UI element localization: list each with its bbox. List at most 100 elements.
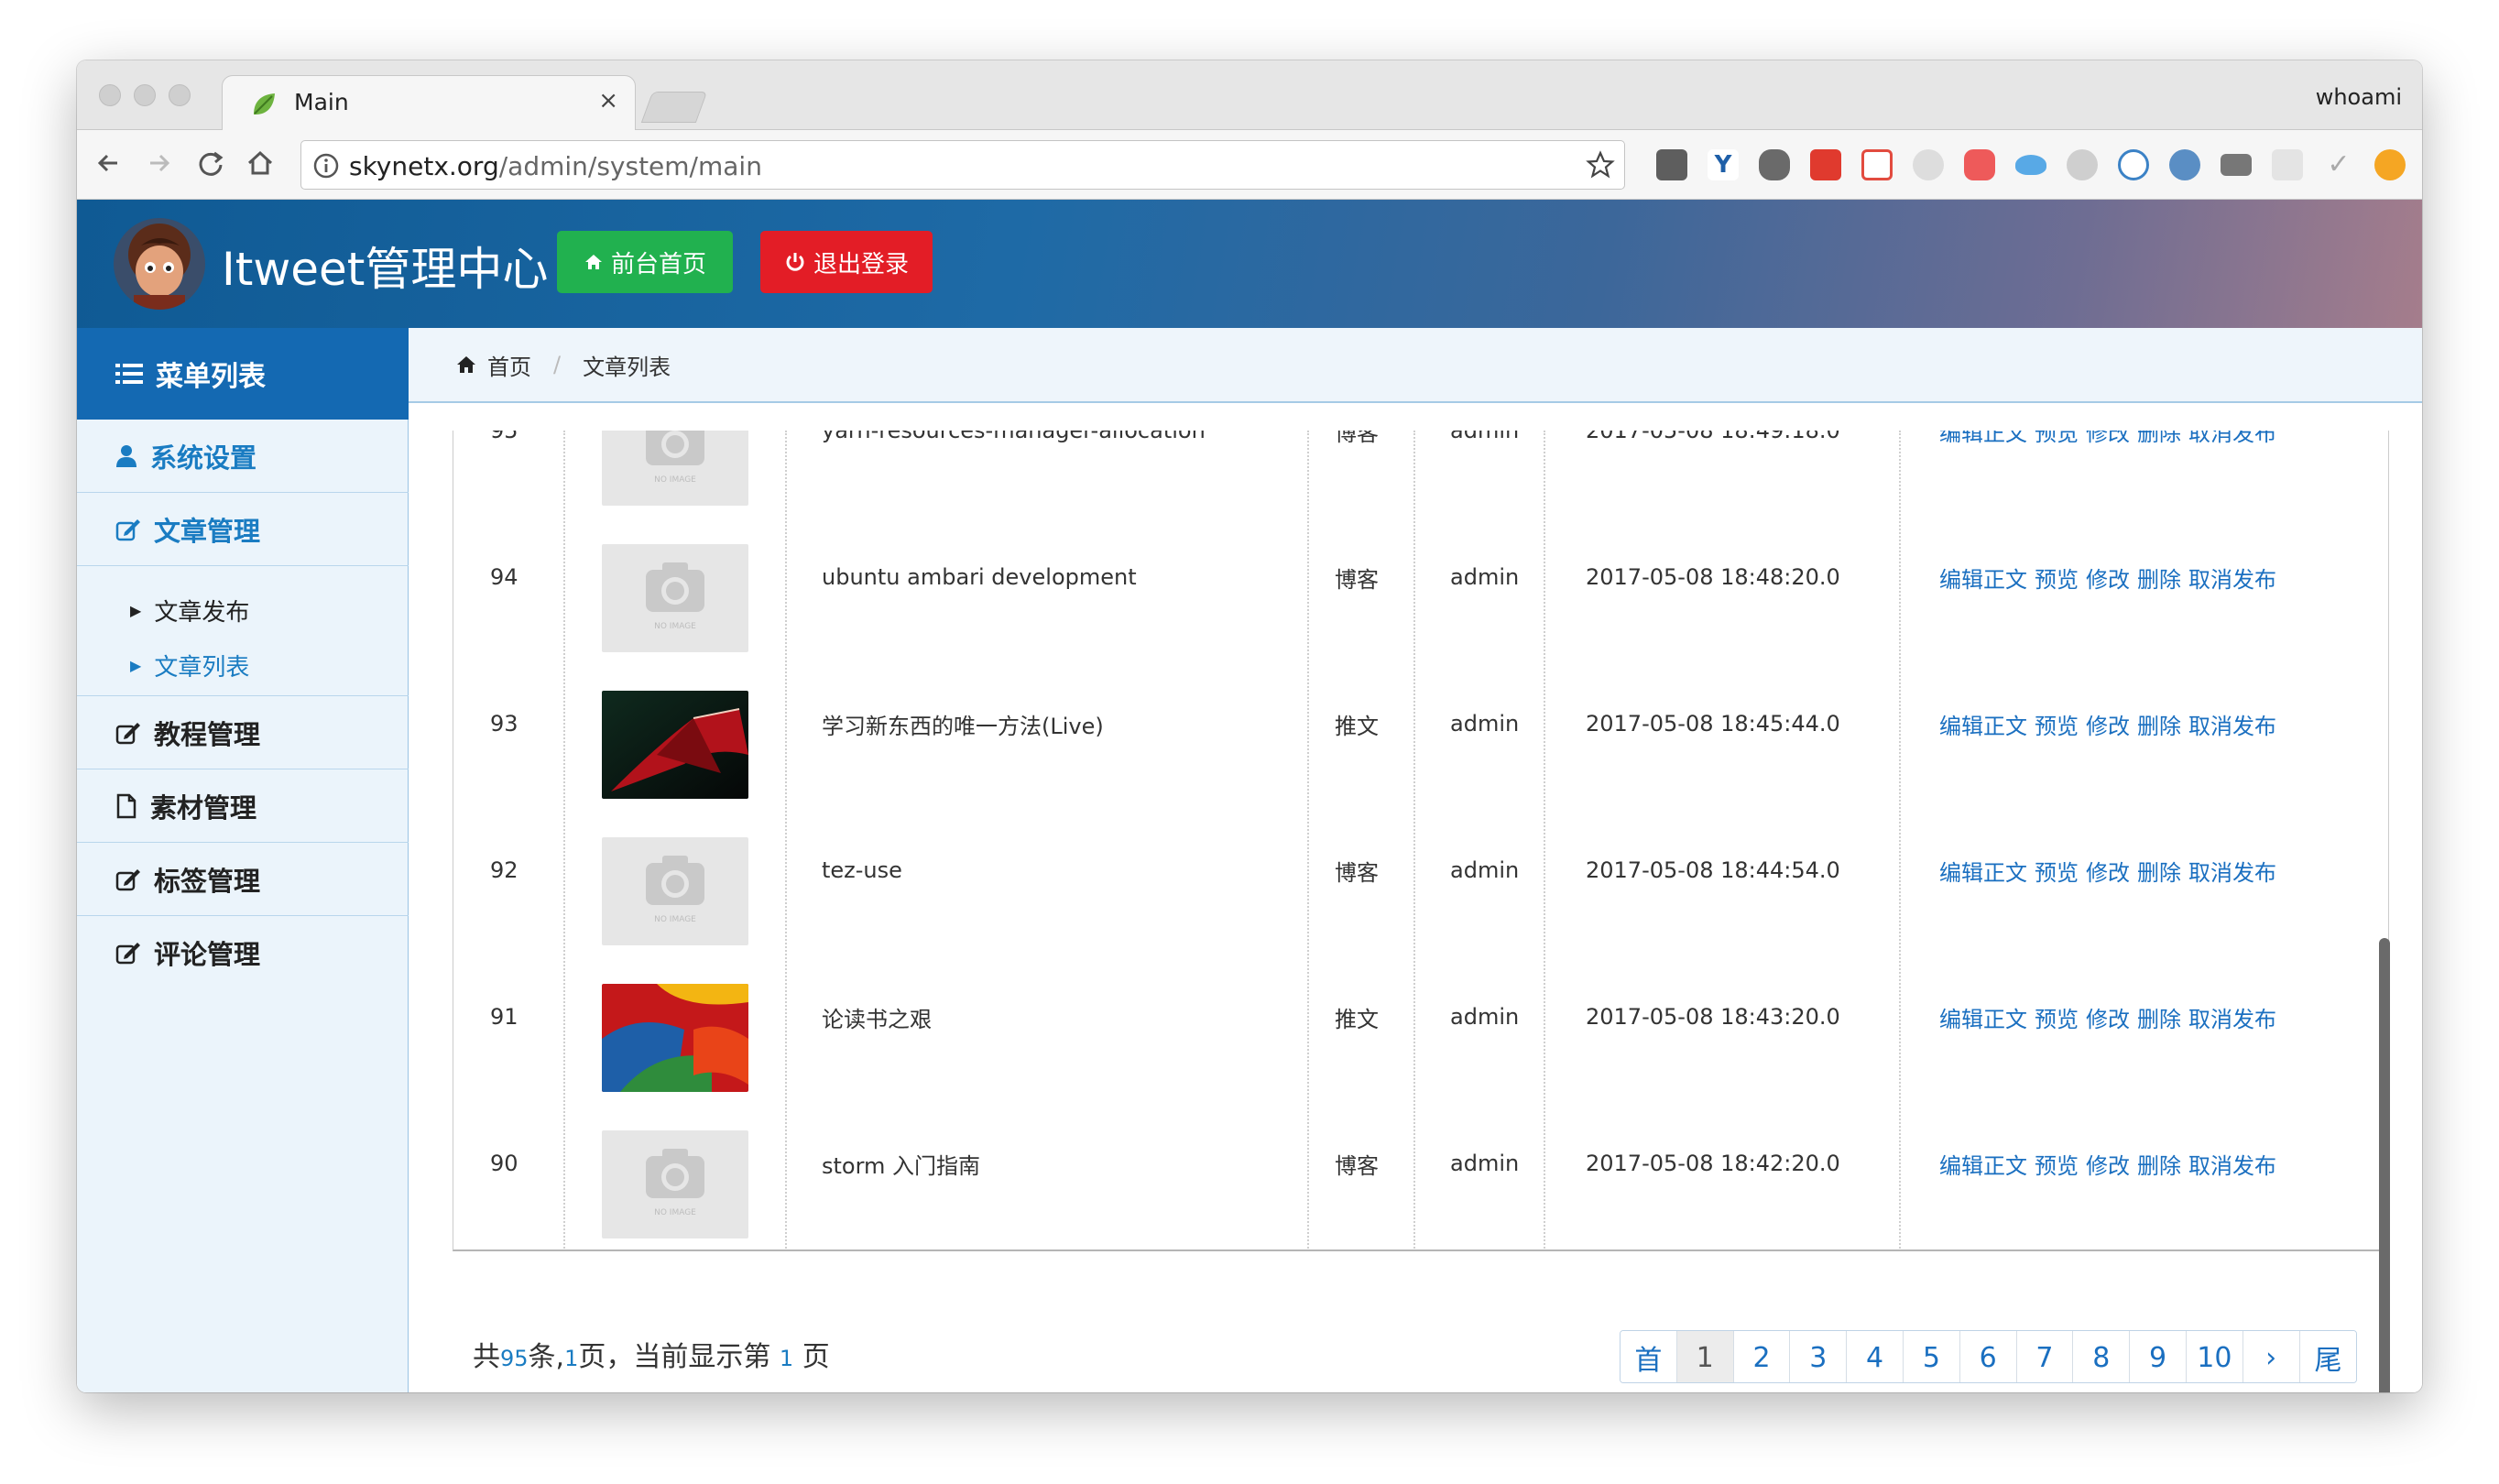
pagination-page-4[interactable]: 4	[1847, 1331, 1904, 1382]
delete-link[interactable]: 删除	[2137, 431, 2181, 447]
hand-extension-icon[interactable]	[2067, 149, 2098, 180]
modify-link[interactable]: 修改	[2086, 855, 2130, 887]
pagination-page-7[interactable]: 7	[2016, 1331, 2074, 1382]
sidebar-item-material-management[interactable]: 素材管理	[77, 769, 409, 843]
compass-extension-icon[interactable]	[2169, 149, 2200, 180]
grid-extension-icon[interactable]	[2272, 149, 2303, 180]
delete-link[interactable]: 删除	[2137, 708, 2181, 740]
modify-link[interactable]: 修改	[2086, 1001, 2130, 1033]
preview-link[interactable]: 预览	[2035, 431, 2079, 447]
window-close-light[interactable]	[99, 84, 121, 106]
reload-icon[interactable]	[192, 145, 229, 181]
preview-link[interactable]: 预览	[2035, 855, 2079, 887]
logout-button[interactable]: 退出登录	[760, 231, 933, 293]
unpublish-link[interactable]: 取消发布	[2188, 708, 2276, 740]
address-bar[interactable]: skynetx.org/admin/system/main	[300, 140, 1625, 190]
sidebar-item-comment-management[interactable]: 评论管理	[77, 916, 409, 989]
red-extension-icon[interactable]	[1964, 149, 1995, 180]
delete-link[interactable]: 删除	[2137, 562, 2181, 594]
forward-icon[interactable]	[141, 145, 178, 181]
upload-extension-icon[interactable]	[2374, 149, 2406, 180]
sidebar-item-label: 文章管理	[154, 515, 261, 547]
pagination-page-2[interactable]: 2	[1733, 1331, 1791, 1382]
edit-content-link[interactable]: 编辑正文	[1939, 855, 2027, 887]
pagination-page-1[interactable]: 1	[1676, 1331, 1734, 1382]
delete-link[interactable]: 删除	[2137, 855, 2181, 887]
modify-link[interactable]: 修改	[2086, 1148, 2130, 1180]
unpublish-link[interactable]: 取消发布	[2188, 562, 2276, 594]
preview-link[interactable]: 预览	[2035, 562, 2079, 594]
sidebar-item-system-settings[interactable]: 系统设置	[77, 420, 409, 493]
browser-toolbar: skynetx.org/admin/system/main Y ✓	[77, 130, 2422, 200]
article-thumbnail[interactable]: NO IMAGE	[602, 837, 748, 945]
moon-extension-icon[interactable]	[2118, 149, 2149, 180]
article-thumbnail[interactable]: NO IMAGE	[602, 544, 748, 652]
profile-name[interactable]: whoami	[2316, 84, 2402, 110]
modify-link[interactable]: 修改	[2086, 431, 2130, 447]
summary-mid1: 条,	[528, 1341, 565, 1373]
cloud-extension-icon[interactable]	[2015, 155, 2046, 175]
pagination-page-6[interactable]: 6	[1959, 1331, 2017, 1382]
tab-close-icon[interactable]: ×	[598, 87, 618, 115]
logout-label: 退出登录	[813, 250, 909, 278]
mail-extension-icon[interactable]	[2221, 154, 2252, 176]
settings-extension-icon[interactable]	[1913, 149, 1944, 180]
article-author: admin	[1450, 431, 1520, 443]
edit-icon	[115, 722, 140, 744]
article-date: 2017-05-08 18:45:44.0	[1586, 711, 1840, 737]
bookmark-star-icon[interactable]	[1586, 150, 1615, 180]
breadcrumb-home[interactable]: 首页	[487, 349, 531, 381]
delete-link[interactable]: 删除	[2137, 1148, 2181, 1180]
article-id: 93	[490, 711, 518, 737]
fe-extension-icon[interactable]	[1810, 149, 1841, 180]
pagination-page-9[interactable]: 9	[2130, 1331, 2187, 1382]
plus-extension-icon[interactable]	[1861, 149, 1893, 180]
y-extension-icon[interactable]: Y	[1708, 149, 1739, 180]
home-icon[interactable]	[242, 145, 278, 181]
edit-content-link[interactable]: 编辑正文	[1939, 562, 2027, 594]
back-icon[interactable]	[90, 145, 126, 181]
sidebar-item-article-management[interactable]: 文章管理	[77, 493, 409, 566]
modify-link[interactable]: 修改	[2086, 708, 2130, 740]
pagination-first[interactable]: 首	[1621, 1331, 1677, 1382]
article-thumbnail[interactable]: NO IMAGE	[602, 1130, 748, 1238]
sidebar-item-tag-management[interactable]: 标签管理	[77, 843, 409, 916]
article-thumbnail[interactable]: NO IMAGE	[602, 431, 748, 506]
pagination-page-5[interactable]: 5	[1903, 1331, 1960, 1382]
new-tab-button[interactable]	[640, 92, 708, 123]
edit-content-link[interactable]: 编辑正文	[1939, 1001, 2027, 1033]
info-icon[interactable]	[312, 152, 340, 180]
preview-link[interactable]: 预览	[2035, 1148, 2079, 1180]
pagination-page-3[interactable]: 3	[1790, 1331, 1848, 1382]
article-type: 推文	[1335, 1006, 1379, 1032]
edit-content-link[interactable]: 编辑正文	[1939, 708, 2027, 740]
pagination-last[interactable]: 尾	[2299, 1331, 2357, 1382]
unpublish-link[interactable]: 取消发布	[2188, 431, 2276, 447]
sidebar-subitem-publish[interactable]: ▶ 文章发布	[130, 594, 249, 627]
browser-tab[interactable]: Main ×	[222, 75, 636, 132]
evernote-extension-icon[interactable]	[1759, 149, 1790, 180]
unpublish-link[interactable]: 取消发布	[2188, 1148, 2276, 1180]
article-thumbnail[interactable]	[602, 984, 748, 1092]
sidebar-subitem-article-list[interactable]: ▶ 文章列表	[130, 649, 249, 682]
unpublish-link[interactable]: 取消发布	[2188, 1001, 2276, 1033]
preview-link[interactable]: 预览	[2035, 708, 2079, 740]
window-zoom-light[interactable]	[169, 84, 191, 106]
pagination-page-8[interactable]: 8	[2073, 1331, 2131, 1382]
edit-content-link[interactable]: 编辑正文	[1939, 1148, 2027, 1180]
window-minimize-light[interactable]	[134, 84, 156, 106]
pagination-next[interactable]: ›	[2243, 1331, 2300, 1382]
edit-content-link[interactable]: 编辑正文	[1939, 431, 2027, 447]
frontend-home-button[interactable]: 前台首页	[557, 231, 733, 293]
modify-link[interactable]: 修改	[2086, 562, 2130, 594]
delete-link[interactable]: 删除	[2137, 1001, 2181, 1033]
check-extension-icon[interactable]: ✓	[2323, 149, 2354, 180]
pocket-extension-icon[interactable]	[1656, 149, 1687, 180]
sidebar-item-label: 素材管理	[150, 791, 257, 824]
scrollbar-thumb[interactable]	[2379, 938, 2390, 1392]
article-thumbnail[interactable]	[602, 691, 748, 799]
unpublish-link[interactable]: 取消发布	[2188, 855, 2276, 887]
preview-link[interactable]: 预览	[2035, 1001, 2079, 1033]
pagination-page-10[interactable]: 10	[2186, 1331, 2243, 1382]
sidebar-item-tutorial-management[interactable]: 教程管理	[77, 696, 409, 769]
